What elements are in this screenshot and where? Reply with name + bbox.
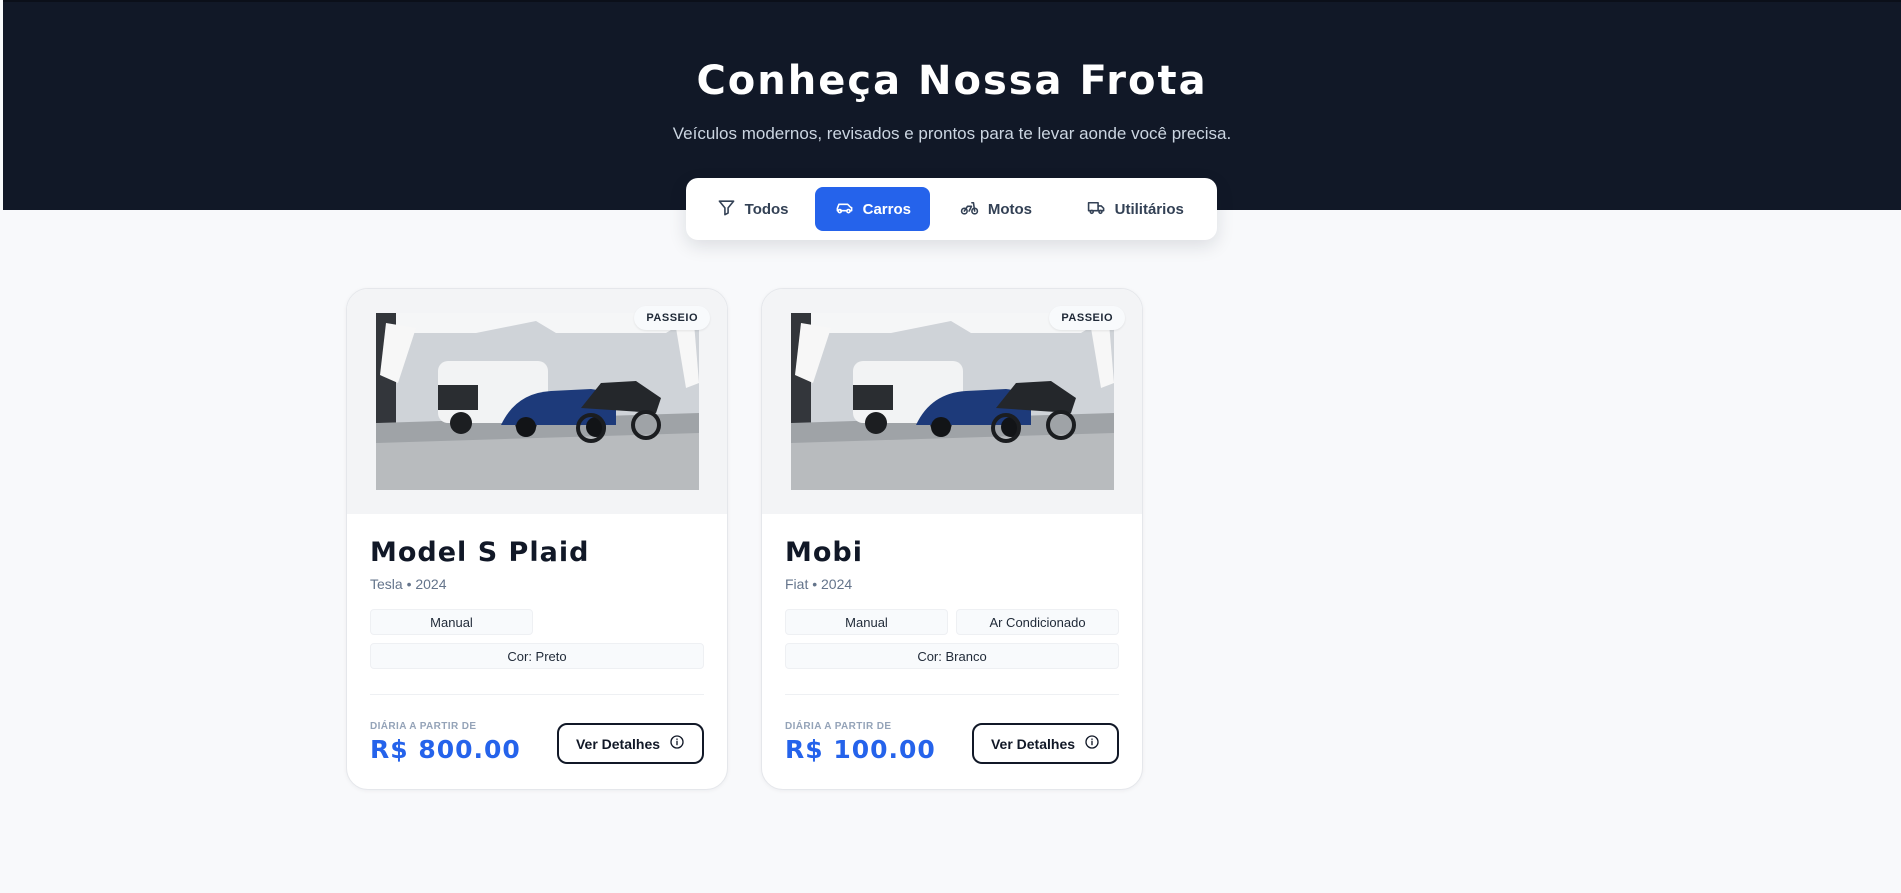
daily-price: R$ 100.00 (785, 735, 936, 764)
info-icon (669, 734, 685, 753)
filter-motos-label: Motos (987, 200, 1033, 218)
bike-icon (960, 198, 979, 221)
car-icon (835, 198, 854, 221)
filter-icon (717, 198, 736, 221)
filter-todos-label: Todos (744, 200, 789, 218)
card-divider (370, 694, 704, 695)
feature-tag-color: Cor: Branco (785, 643, 1119, 669)
vehicle-image-area: PASSEIO (762, 289, 1142, 514)
page-title: Conheça Nossa Frota (696, 58, 1208, 104)
details-button-label: Ver Detalhes (575, 735, 661, 752)
filter-todos-button[interactable]: Todos (694, 187, 811, 231)
view-details-button[interactable]: Ver Detalhes (972, 723, 1119, 764)
daily-price: R$ 800.00 (370, 735, 521, 764)
filter-utilitarios-label: Utilitários (1114, 200, 1184, 218)
feature-tag-color: Cor: Preto (370, 643, 704, 669)
card-divider (785, 694, 1119, 695)
category-filter-bar: Todos Carros Motos Utilitários (686, 178, 1217, 240)
feature-tag-transmission: Manual (370, 609, 533, 635)
view-details-button[interactable]: Ver Detalhes (557, 723, 704, 764)
category-badge: PASSEIO (634, 306, 710, 330)
truck-icon (1087, 198, 1106, 221)
filter-carros-label: Carros (862, 200, 911, 218)
price-label: DIÁRIA A PARTIR DE (785, 721, 892, 732)
vehicle-brand-year: Tesla • 2024 (370, 576, 447, 592)
vehicle-photo[interactable] (376, 313, 699, 490)
vehicle-card[interactable]: PASSEIO Model S Plaid Tesla • 2024 Manua… (346, 288, 728, 790)
vehicle-image-area: PASSEIO (347, 289, 727, 514)
filter-motos-button[interactable]: Motos (934, 187, 1057, 231)
hero-top-edge (3, 0, 1901, 2)
filter-utilitarios-button[interactable]: Utilitários (1061, 187, 1209, 231)
info-icon (1084, 734, 1100, 753)
page-subtitle: Veículos modernos, revisados e prontos p… (672, 124, 1232, 143)
feature-tag-air-conditioning: Ar Condicionado (956, 609, 1119, 635)
details-button-label: Ver Detalhes (990, 735, 1076, 752)
vehicle-brand-year: Fiat • 2024 (785, 576, 853, 592)
filter-carros-button[interactable]: Carros (815, 187, 931, 231)
vehicle-name: Model S Plaid (370, 537, 590, 568)
price-label: DIÁRIA A PARTIR DE (370, 721, 477, 732)
vehicle-name: Mobi (785, 537, 863, 568)
feature-tag-transmission: Manual (785, 609, 948, 635)
vehicle-photo[interactable] (791, 313, 1114, 490)
vehicle-card[interactable]: PASSEIO Mobi Fiat • 2024 Manual Ar Condi… (761, 288, 1143, 790)
category-badge: PASSEIO (1049, 306, 1125, 330)
